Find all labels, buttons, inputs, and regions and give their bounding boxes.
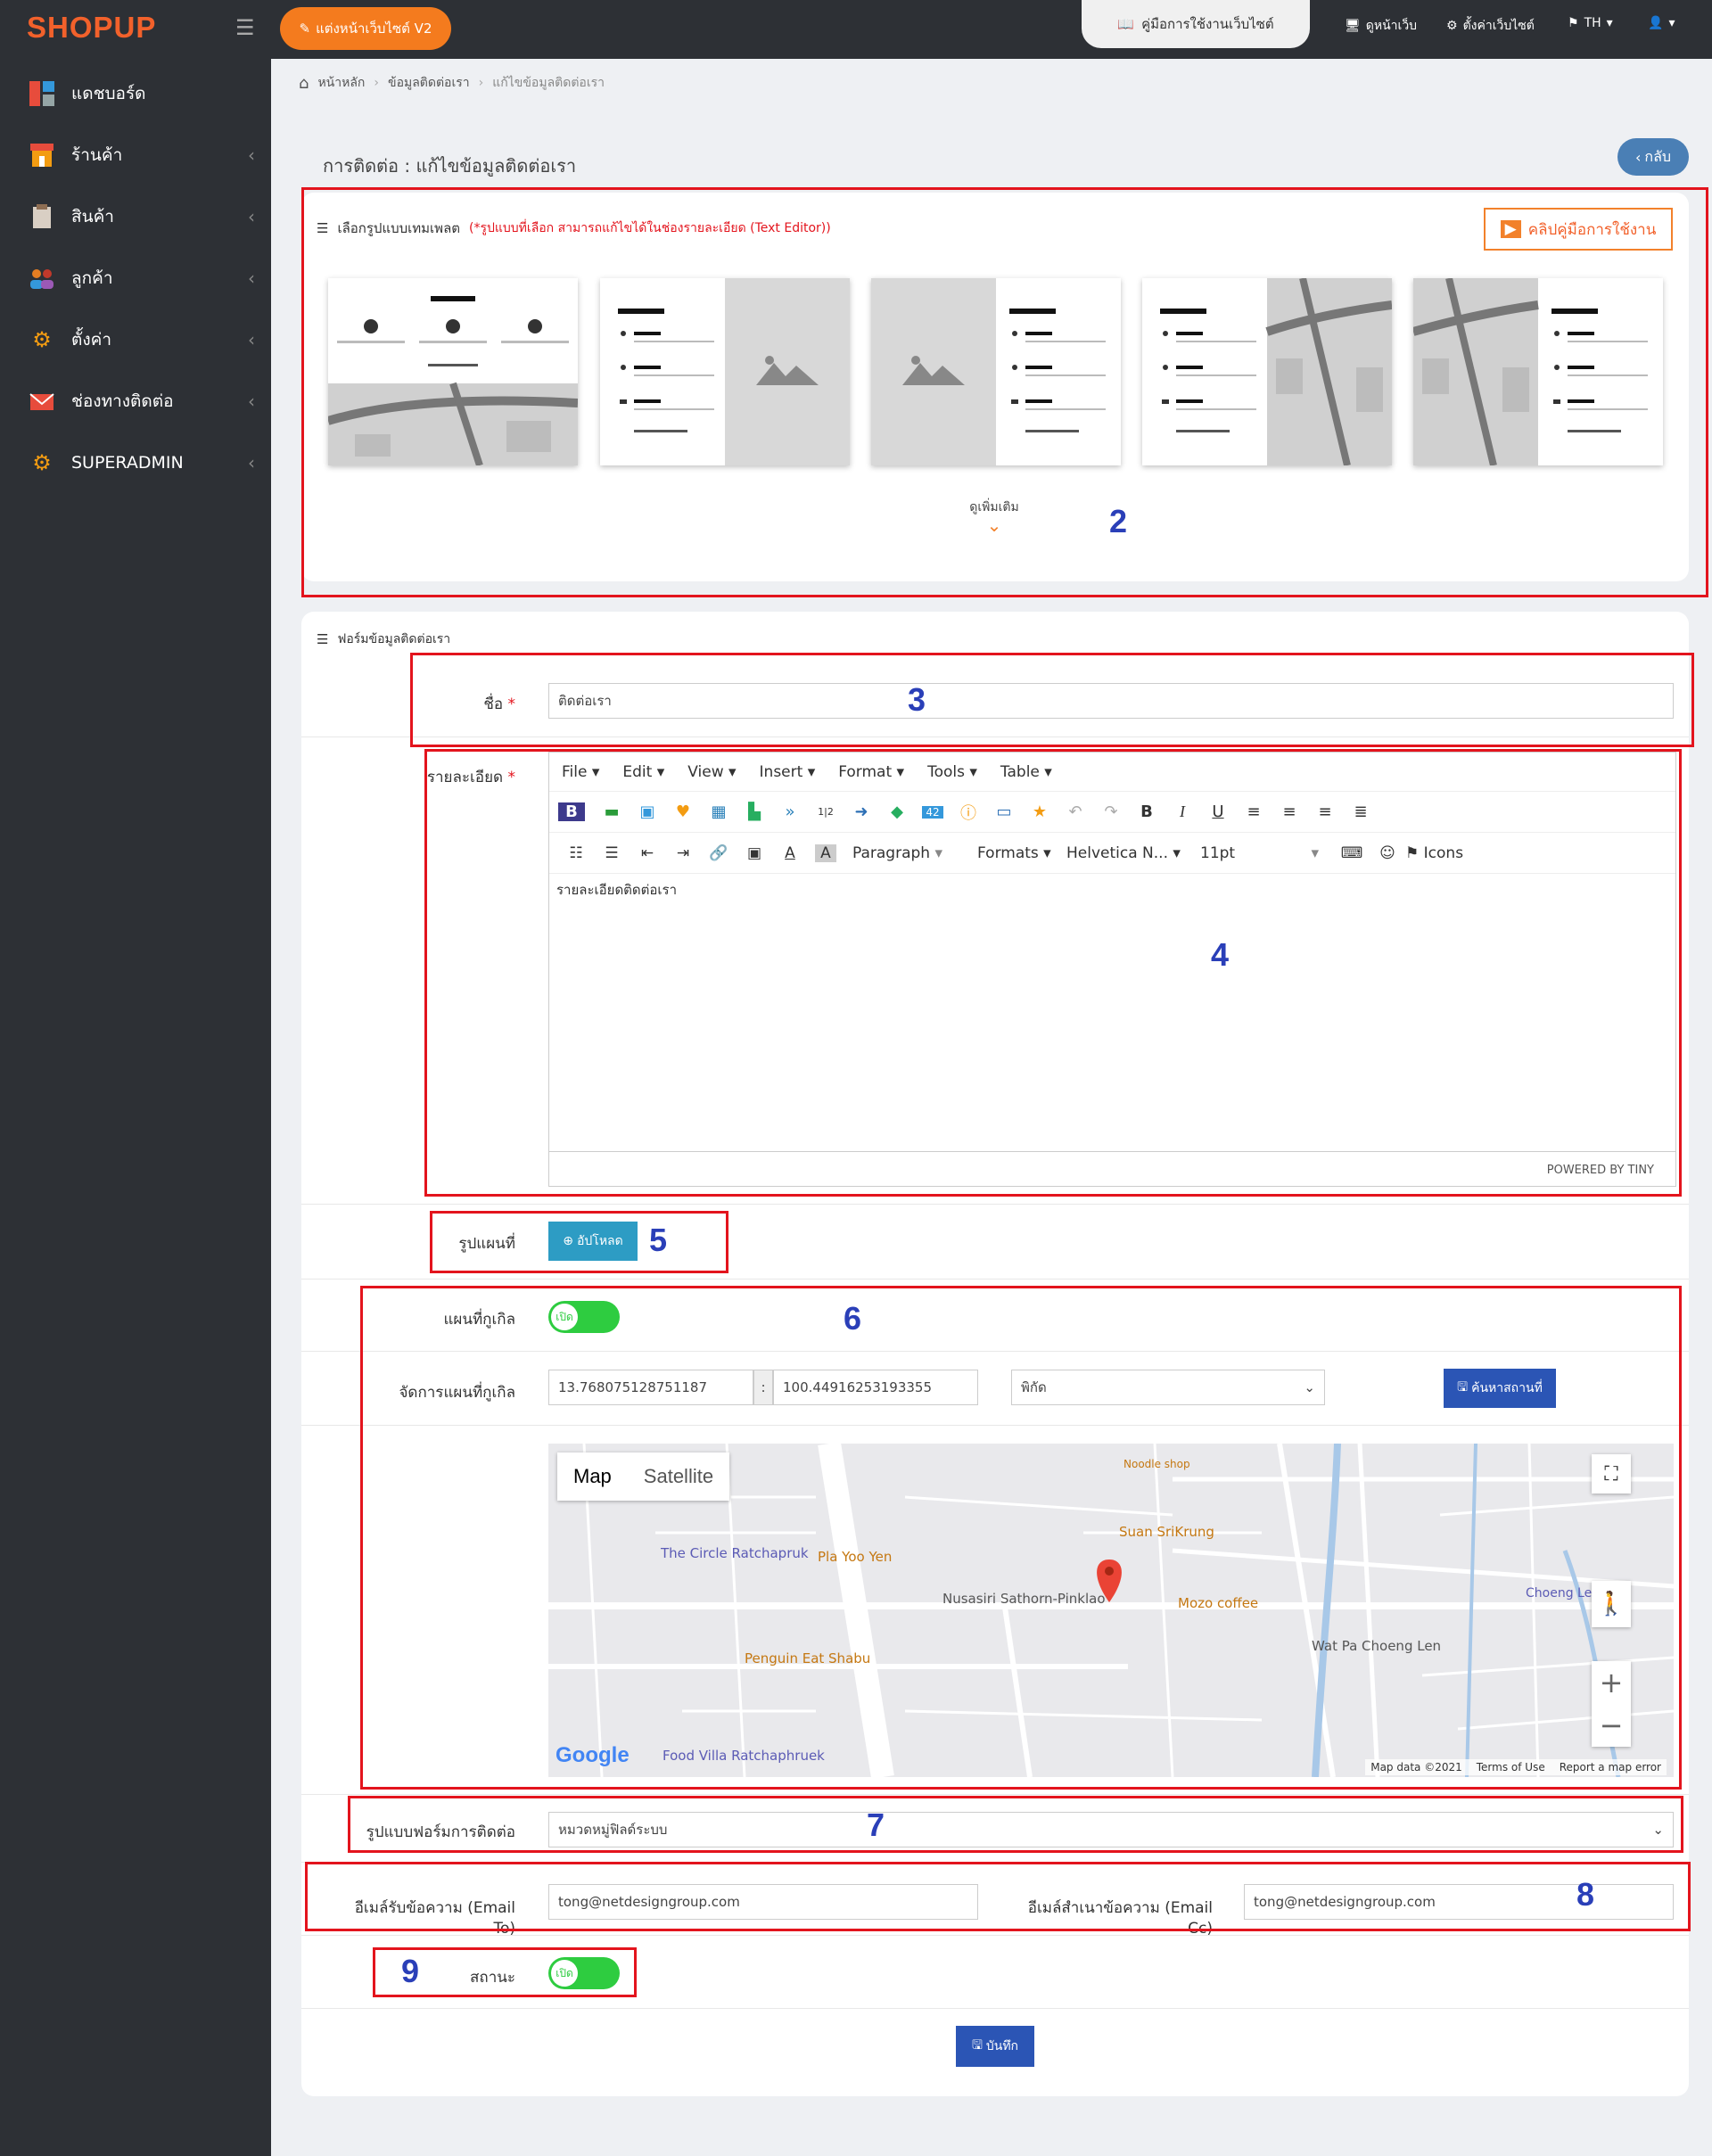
- annotation-box-3: [410, 653, 1694, 747]
- save-label: บันทึก: [985, 2039, 1019, 2053]
- annotation-box-4: [424, 749, 1682, 1197]
- breadcrumb-separator: ›: [478, 76, 484, 90]
- shopup-logo[interactable]: SHOPUP: [27, 11, 156, 45]
- chevron-left-icon: ‹: [248, 206, 255, 227]
- annotation-number: 2: [1109, 503, 1128, 539]
- sidebar-item-label: ร้านค้า: [71, 145, 123, 165]
- website-design-v2-button[interactable]: ✎ แต่งหน้าเว็บไซต์ V2: [280, 7, 451, 50]
- language-dropdown[interactable]: ⚑ TH ▾: [1568, 16, 1613, 30]
- annotation-number: 5: [649, 1222, 668, 1258]
- top-bar: SHOPUP ☰ ✎ แต่งหน้าเว็บไซต์ V2 📖 คู่มือการ…: [0, 0, 1712, 59]
- language-label: TH: [1584, 16, 1601, 30]
- annotation-box-6: [360, 1286, 1682, 1790]
- sidebar-item-dashboard[interactable]: แดชบอร์ด: [0, 67, 271, 120]
- list-icon: ☰: [317, 631, 329, 647]
- book-icon: 📖: [1117, 16, 1135, 32]
- monitor-icon: 🖥: [1345, 19, 1361, 33]
- annotation-box-2: [301, 187, 1708, 597]
- page-title: การติดต่อ : แก้ไขข้อมูลติดต่อเรา: [323, 155, 577, 177]
- sidebar-item-label: ลูกค้า: [71, 268, 113, 288]
- manual-tab-label: คู่มือการใช้งานเว็บไซต์: [1141, 16, 1274, 32]
- gear-icon: ⚙: [1446, 19, 1458, 33]
- site-settings-label: ตั้งค่าเว็บไซต์: [1462, 19, 1535, 33]
- annotation-number: 9: [401, 1953, 420, 1989]
- save-button[interactable]: 🖫 บันทึก: [956, 2026, 1034, 2067]
- divider: [301, 1794, 1689, 1795]
- sidebar-item-products[interactable]: สินค้า ‹: [0, 190, 271, 243]
- back-label: กลับ: [1644, 147, 1672, 165]
- gears-icon: ⚙: [32, 327, 52, 352]
- annotation-number: 8: [1576, 1876, 1595, 1913]
- view-site-label: ดูหน้าเว็บ: [1365, 19, 1418, 33]
- sidebar-item-settings[interactable]: ⚙ ตั้งค่า ‹: [0, 313, 271, 366]
- site-settings-link[interactable]: ⚙ ตั้งค่าเว็บไซต์: [1446, 16, 1535, 36]
- annotation-number: 3: [908, 681, 926, 718]
- v2-button-label: แต่งหน้าเว็บไซต์ V2: [316, 21, 432, 37]
- chevron-left-icon: ‹: [248, 267, 255, 289]
- hamburger-menu-icon[interactable]: ☰: [235, 15, 255, 40]
- divider: [301, 2008, 1689, 2009]
- mail-icon: [27, 386, 57, 416]
- chevron-left-icon: ‹: [1634, 148, 1642, 166]
- save-icon: 🖫: [971, 2038, 983, 2053]
- chevron-left-icon: ‹: [248, 452, 255, 473]
- annotation-number: 6: [844, 1300, 862, 1337]
- breadcrumb: ⌂ หน้าหลัก › ข้อมูลติดต่อเรา › แก้ไขข้อม…: [299, 73, 605, 93]
- user-icon: 👤: [1648, 16, 1664, 30]
- sidebar-item-store[interactable]: ร้านค้า ‹: [0, 128, 271, 182]
- flag-icon: ⚑: [1568, 16, 1579, 30]
- back-button[interactable]: ‹ กลับ: [1617, 138, 1689, 176]
- sidebar-item-contact-channels[interactable]: ช่องทางติดต่อ ‹: [0, 374, 271, 428]
- website-manual-tab[interactable]: 📖 คู่มือการใช้งานเว็บไซต์: [1082, 0, 1310, 48]
- caret-down-icon: ▾: [1606, 16, 1613, 30]
- sidebar-item-superadmin[interactable]: ⚙ SUPERADMIN ‹: [0, 436, 271, 490]
- contact-form-header: ☰ ฟอร์มข้อมูลติดต่อเรา: [317, 630, 450, 649]
- caret-down-icon: ▾: [1668, 16, 1675, 30]
- customers-icon: [27, 263, 57, 293]
- sidebar-item-label: แดชบอร์ด: [71, 84, 146, 103]
- annotation-box-7: [348, 1796, 1683, 1853]
- sidebar-item-label: SUPERADMIN: [71, 453, 184, 473]
- annotation-box-8: [305, 1862, 1691, 1931]
- store-icon: [27, 140, 57, 170]
- dashboard-icon: [27, 78, 57, 109]
- annotation-number: 4: [1211, 936, 1230, 973]
- sidebar-item-customers[interactable]: ลูกค้า ‹: [0, 251, 271, 305]
- breadcrumb-section[interactable]: ข้อมูลติดต่อเรา: [388, 73, 470, 93]
- magic-wand-icon: ✎: [299, 21, 311, 37]
- annotation-number: 7: [867, 1806, 885, 1843]
- chevron-left-icon: ‹: [248, 391, 255, 412]
- product-icon: [27, 202, 57, 232]
- view-site-link[interactable]: 🖥 ดูหน้าเว็บ: [1345, 16, 1417, 36]
- sidebar-item-label: ช่องทางติดต่อ: [71, 391, 174, 411]
- divider: [301, 1279, 1689, 1280]
- breadcrumb-separator: ›: [374, 76, 379, 90]
- chevron-left-icon: ‹: [248, 144, 255, 166]
- gears-icon: ⚙: [32, 450, 52, 475]
- home-icon[interactable]: ⌂: [299, 74, 309, 93]
- user-menu[interactable]: 👤 ▾: [1648, 16, 1675, 30]
- contact-form-title: ฟอร์มข้อมูลติดต่อเรา: [337, 632, 451, 646]
- breadcrumb-home[interactable]: หน้าหลัก: [317, 73, 365, 93]
- sidebar-item-label: สินค้า: [71, 207, 114, 226]
- sidebar-item-label: ตั้งค่า: [71, 330, 111, 350]
- breadcrumb-current: แก้ไขข้อมูลติดต่อเรา: [492, 76, 605, 90]
- divider: [301, 1204, 1689, 1205]
- chevron-left-icon: ‹: [248, 329, 255, 350]
- sidebar: แดชบอร์ด ร้านค้า ‹ สินค้า ‹ ลูกค้า ‹ ⚙ ตั้งค…: [0, 59, 271, 2156]
- annotation-box-5: [430, 1211, 728, 1273]
